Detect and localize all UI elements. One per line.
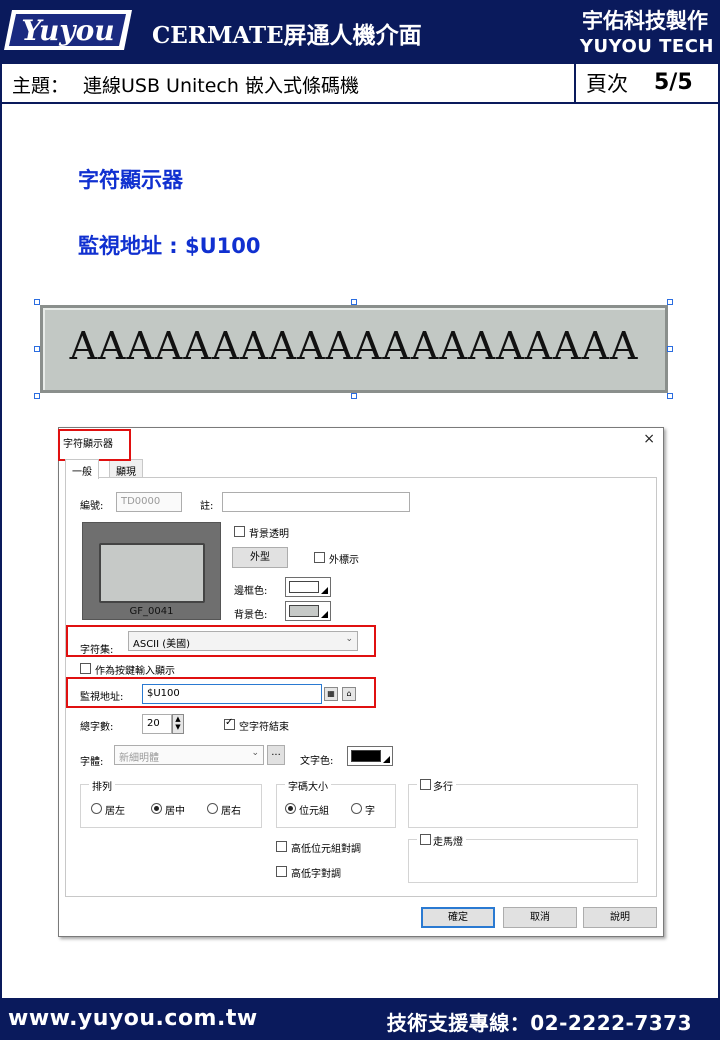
font-label: 字體: (80, 757, 104, 768)
text-color-swatch (351, 750, 381, 762)
note-field[interactable] (222, 492, 410, 512)
font-browse-button[interactable]: ... (267, 745, 285, 765)
align-group: 排列 居左 居中 居右 (80, 778, 262, 828)
resize-handle-ne[interactable] (667, 299, 673, 305)
code-size-char-label: 字 (365, 806, 375, 817)
resize-handle-n[interactable] (351, 299, 357, 305)
code-size-group-title: 字碼大小 (285, 778, 331, 793)
resize-handle-nw[interactable] (34, 299, 40, 305)
resize-handle-e[interactable] (667, 346, 673, 352)
bg-color-picker[interactable] (285, 601, 331, 621)
resize-handle-sw[interactable] (34, 393, 40, 399)
swap-byte-checkbox[interactable] (276, 841, 287, 852)
bg-transparent-label: 背景透明 (249, 529, 289, 540)
help-button[interactable]: 說明 (583, 907, 657, 928)
chevron-down-icon: ⌄ (251, 748, 259, 758)
monitor-address-heading: 監視地址 : $U100 (78, 234, 261, 258)
multiline-group: 多行 (408, 778, 638, 828)
align-left-label: 居左 (105, 806, 125, 817)
align-left-radio[interactable] (91, 803, 102, 814)
bg-transparent-checkbox[interactable] (234, 526, 245, 537)
total-chars-stepper[interactable]: ▲ ▼ (172, 714, 184, 734)
border-color-swatch (289, 581, 319, 593)
outer-label-text: 外標示 (329, 555, 359, 566)
resize-handle-w[interactable] (34, 346, 40, 352)
subject-bar: 主題： 連線USB Unitech 嵌入式條碼機 頁次 5/5 (0, 62, 720, 104)
swap-word-label: 高低字對調 (291, 869, 341, 880)
bg-color-swatch (289, 605, 319, 617)
swap-byte-label: 高低位元組對調 (291, 844, 361, 855)
subject-value: 連線USB Unitech 嵌入式條碼機 (83, 75, 359, 97)
shape-preview (99, 543, 205, 603)
subject-key: 主題： (12, 75, 70, 97)
code-size-group: 字碼大小 位元組 字 (276, 778, 396, 828)
support-hotline: 技術支援專線：02-2222-7373 (386, 1011, 692, 1035)
null-end-label: 空字符結束 (239, 722, 289, 733)
close-icon[interactable]: × (643, 431, 655, 447)
text-display-preview[interactable]: AAAAAAAAAAAAAAAAAAAA (40, 305, 668, 393)
multiline-checkbox[interactable] (420, 779, 431, 790)
shape-name: GF_0041 (129, 606, 174, 617)
shape-thumbnail: GF_0041 (82, 522, 221, 620)
total-chars-input[interactable]: 20 (142, 714, 172, 734)
page-footer: www.yuyou.com.tw 技術支援專線：02-2222-7373 (0, 1000, 720, 1040)
align-right-radio[interactable] (207, 803, 218, 814)
note-label: 註: (200, 501, 214, 512)
align-center-label: 居中 (165, 806, 185, 817)
outer-label-checkbox[interactable] (314, 552, 325, 563)
align-right-label: 居右 (221, 806, 241, 817)
id-label: 編號: (80, 501, 104, 512)
company-name-cn: 宇佑科技製作 (582, 9, 708, 33)
bg-color-label: 背景色: (234, 610, 268, 621)
swap-word-checkbox[interactable] (276, 866, 287, 877)
highlight-charset (66, 625, 376, 657)
dropdown-triangle-icon (321, 587, 328, 594)
highlight-monitor-address (66, 677, 376, 708)
marquee-group: 走馬燈 (408, 833, 638, 883)
section-heading: 字符顯示器 (78, 168, 183, 192)
page-number: 5/5 (654, 70, 693, 95)
text-color-label: 文字色: (300, 756, 334, 767)
marquee-checkbox[interactable] (420, 834, 431, 845)
total-chars-label: 總字數: (80, 722, 114, 733)
id-field[interactable]: TD0000 (116, 492, 182, 512)
code-size-byte-radio[interactable] (285, 803, 296, 814)
highlight-dialog-title (58, 429, 131, 461)
null-end-checkbox[interactable] (224, 717, 235, 730)
subject: 主題： 連線USB Unitech 嵌入式條碼機 (12, 71, 359, 98)
key-input-label: 作為按鍵輸入顯示 (95, 666, 175, 677)
page-box: 頁次 5/5 (574, 64, 718, 102)
svg-text:Yuyou: Yuyou (21, 14, 114, 47)
align-center-radio[interactable] (151, 803, 162, 814)
website-url[interactable]: www.yuyou.com.tw (8, 1006, 258, 1031)
header-title: CERMATE屏通人機介面 (152, 22, 422, 49)
page-header: Yuyou CERMATE屏通人機介面 宇佑科技製作 YUYOU TECH (0, 0, 720, 62)
page-label: 頁次 (586, 72, 628, 96)
dropdown-triangle-icon (321, 611, 328, 618)
key-input-checkbox[interactable] (80, 663, 91, 674)
resize-handle-se[interactable] (667, 393, 673, 399)
preview-text: AAAAAAAAAAAAAAAAAAAA (69, 324, 639, 368)
text-color-picker[interactable] (347, 746, 393, 766)
ok-button[interactable]: 確定 (421, 907, 495, 928)
font-select[interactable]: 新細明體 ⌄ (114, 745, 264, 765)
yuyou-logo: Yuyou (4, 10, 132, 50)
code-size-byte-label: 位元組 (299, 806, 329, 817)
resize-handle-s[interactable] (351, 393, 357, 399)
font-value: 新細明體 (119, 753, 159, 764)
company-name-en: YUYOU TECH (579, 36, 714, 57)
tab-general[interactable]: 一般 (65, 459, 99, 479)
tab-visibility[interactable]: 顯現 (109, 459, 143, 478)
dropdown-triangle-icon (383, 756, 390, 763)
cancel-button[interactable]: 取消 (503, 907, 577, 928)
border-color-label: 邊框色: (234, 586, 268, 597)
align-group-title: 排列 (89, 778, 115, 793)
border-color-picker[interactable] (285, 577, 331, 597)
shape-button[interactable]: 外型 (232, 547, 288, 568)
code-size-char-radio[interactable] (351, 803, 362, 814)
